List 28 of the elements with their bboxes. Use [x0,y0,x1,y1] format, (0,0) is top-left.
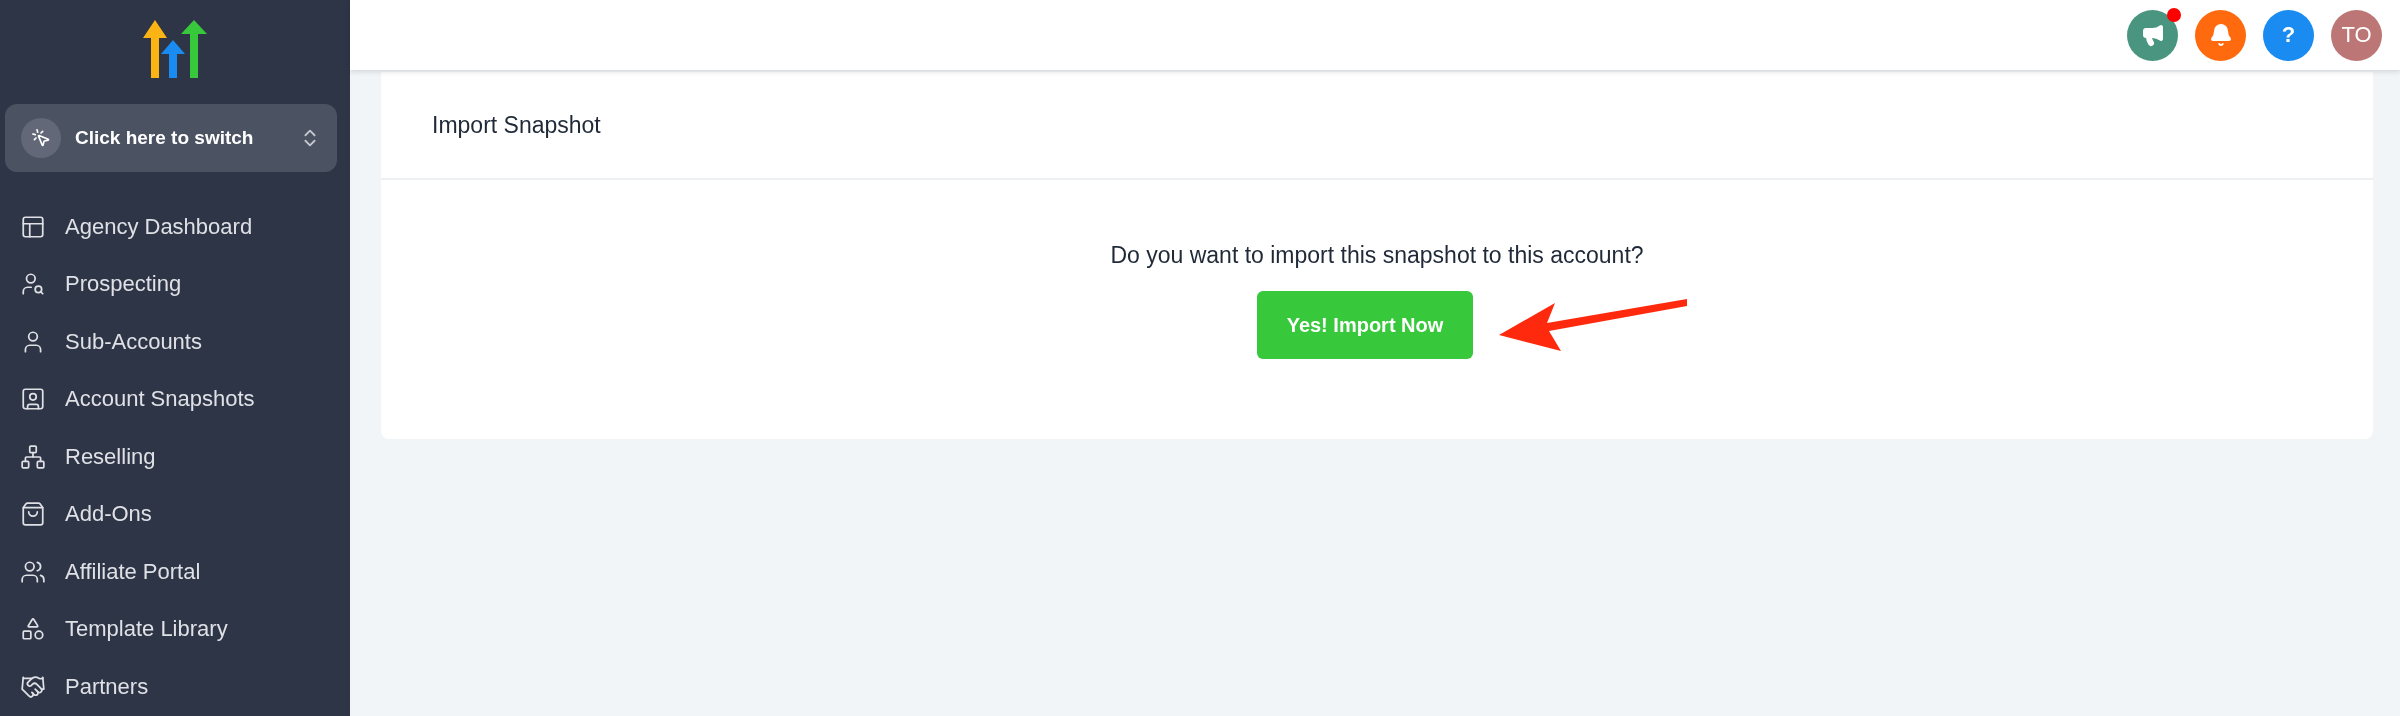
users-icon [20,558,46,585]
sidebar-item[interactable]: Add-Ons [0,485,350,543]
megaphone-icon [2140,23,2165,47]
sidebar-item[interactable]: Sub-Accounts [0,313,350,371]
sidebar-item[interactable]: Account Snapshots [0,370,350,428]
logo-icon [143,20,207,78]
user-search-icon [20,271,46,298]
shapes-icon [20,616,46,643]
sidebar-item[interactable]: Affiliate Portal [0,543,350,601]
bag-icon [20,501,46,528]
sidebar-item[interactable]: Partners [0,658,350,716]
account-switcher[interactable]: Click here to switch [5,104,337,172]
sidebar-item[interactable]: Template Library [0,600,350,658]
confirmation-question: Do you want to import this snapshot to this account? [1110,242,1644,269]
user-card-icon [20,386,46,413]
network-icon [20,443,46,470]
dashboard-icon [20,213,46,240]
bell-icon [2208,23,2233,47]
notification-dot [2167,7,2181,22]
sidebar-item[interactable]: Agency Dashboard [0,198,350,256]
handshake-icon [20,673,46,700]
card-title: Import Snapshot [381,72,2373,180]
sidebar-item[interactable]: Prospecting [0,255,350,313]
announcements-button[interactable] [2127,9,2178,61]
help-button[interactable]: ? [2263,9,2314,61]
pointer-click-icon [31,128,51,148]
notifications-button[interactable] [2195,9,2246,61]
sidebar-item[interactable]: Reselling [0,428,350,486]
